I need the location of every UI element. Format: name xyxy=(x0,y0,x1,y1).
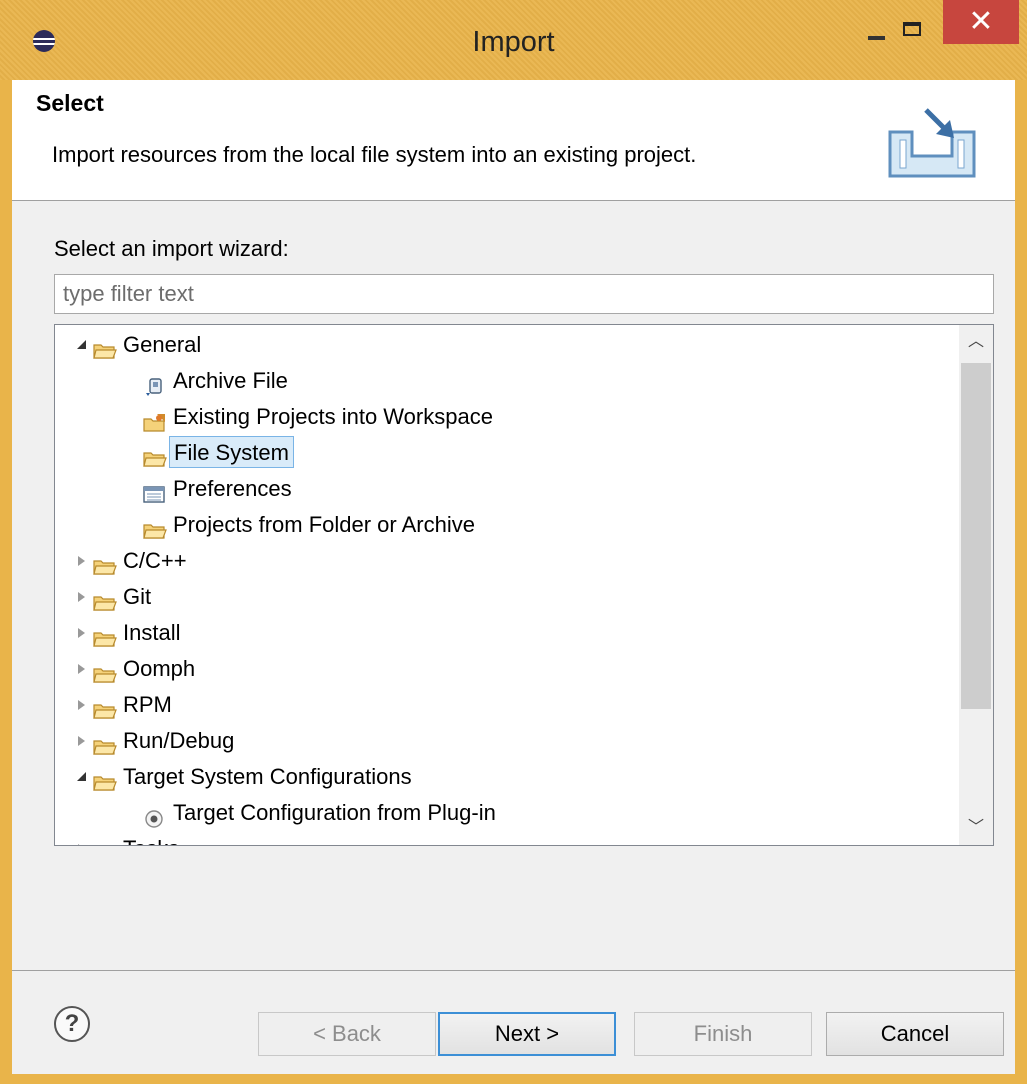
scroll-up-icon[interactable]: ︿ xyxy=(959,325,993,359)
collapsed-arrow-icon[interactable] xyxy=(75,615,89,651)
cancel-button[interactable]: Cancel xyxy=(826,1012,1004,1056)
collapsed-arrow-icon[interactable] xyxy=(75,831,89,845)
tree-item[interactable]: RPM xyxy=(55,687,955,723)
folder-icon xyxy=(93,695,117,719)
tree-item-label: Projects from Folder or Archive xyxy=(173,512,475,537)
tree-item-label: Preferences xyxy=(173,476,292,501)
folder-icon xyxy=(93,731,117,755)
help-icon[interactable]: ? xyxy=(54,1006,90,1042)
tree-item-label: Target Configuration from Plug-in xyxy=(173,800,496,825)
wizard-header: Select Import resources from the local f… xyxy=(12,80,1015,201)
folder-icon xyxy=(93,587,117,611)
tree-content: General Archive File Existing Projects int… xyxy=(55,325,959,845)
expanded-arrow-icon[interactable] xyxy=(75,327,89,363)
archive-icon xyxy=(143,371,167,396)
folder-icon xyxy=(143,443,167,467)
folder-icon xyxy=(93,767,117,791)
tree-item[interactable]: Preferences xyxy=(55,471,955,507)
tree-item-label: Oomph xyxy=(123,656,196,681)
tree-item[interactable]: Target Configuration from Plug-in xyxy=(55,795,955,831)
minimize-button[interactable] xyxy=(862,18,892,48)
existing-projects-icon xyxy=(143,407,167,432)
tree-item[interactable]: Install xyxy=(55,615,955,651)
tree-item[interactable]: General xyxy=(55,327,955,363)
collapsed-arrow-icon[interactable] xyxy=(75,687,89,723)
page-title: Select xyxy=(36,90,104,116)
tree-item-label: File System xyxy=(169,436,294,468)
next-button[interactable]: Next > xyxy=(438,1012,616,1056)
collapsed-arrow-icon[interactable] xyxy=(75,723,89,759)
filter-input[interactable] xyxy=(54,274,994,314)
tree-item[interactable]: File System xyxy=(55,435,955,471)
tree-item-label: Git xyxy=(123,584,152,609)
target-icon xyxy=(143,803,167,828)
tree-item[interactable]: Projects from Folder or Archive xyxy=(55,507,955,543)
tree-item-label: Existing Projects into Workspace xyxy=(173,404,493,429)
collapsed-arrow-icon[interactable] xyxy=(75,543,89,579)
collapsed-arrow-icon[interactable] xyxy=(75,651,89,687)
wizard-list-label: Select an import wizard: xyxy=(54,236,289,261)
back-button[interactable]: < Back xyxy=(258,1012,436,1056)
dialog-body: Select Import resources from the local f… xyxy=(12,80,1015,1074)
tree-item-label: Archive File xyxy=(173,368,288,393)
tree-item-label: RPM xyxy=(123,692,172,717)
wizard-tree[interactable]: General Archive File Existing Projects int… xyxy=(54,324,994,846)
tree-item[interactable]: Run/Debug xyxy=(55,723,955,759)
maximize-button[interactable] xyxy=(893,14,933,48)
folder-icon xyxy=(93,839,117,845)
collapsed-arrow-icon[interactable] xyxy=(75,579,89,615)
tree-item[interactable]: Target System Configurations xyxy=(55,759,955,795)
tree-item-label: Tasks xyxy=(119,831,183,845)
button-bar-separator xyxy=(12,970,1015,971)
scroll-down-icon[interactable]: ﹀ xyxy=(959,811,993,845)
tree-item[interactable]: Existing Projects into Workspace xyxy=(55,399,955,435)
import-dialog: Import ✕ Select Import resources from th… xyxy=(0,0,1027,1084)
folder-icon xyxy=(93,659,117,683)
tree-item[interactable]: Git xyxy=(55,579,955,615)
folder-icon xyxy=(93,623,117,647)
folder-icon xyxy=(93,335,117,359)
tree-item[interactable]: Archive File xyxy=(55,363,955,399)
finish-button[interactable]: Finish xyxy=(634,1012,812,1056)
folder-icon xyxy=(93,551,117,575)
tree-item[interactable]: Tasks xyxy=(55,831,955,845)
tree-item[interactable]: Oomph xyxy=(55,651,955,687)
tree-item-label: C/C++ xyxy=(123,548,187,573)
close-button[interactable]: ✕ xyxy=(943,0,1019,44)
title-bar[interactable]: Import ✕ xyxy=(0,0,1027,80)
tree-item[interactable]: C/C++ xyxy=(55,543,955,579)
preferences-icon xyxy=(143,479,167,503)
tree-item-label: Target System Configurations xyxy=(123,764,412,789)
import-banner-icon xyxy=(882,102,982,180)
tree-item-label: Run/Debug xyxy=(123,728,235,753)
vertical-scrollbar[interactable]: ︿ ﹀ xyxy=(959,325,993,845)
page-description: Import resources from the local file sys… xyxy=(52,142,697,167)
scroll-thumb[interactable] xyxy=(961,363,991,709)
expanded-arrow-icon[interactable] xyxy=(75,759,89,795)
folder-icon xyxy=(143,515,167,539)
tree-item-label: Install xyxy=(123,620,181,645)
tree-item-label: General xyxy=(123,332,202,357)
